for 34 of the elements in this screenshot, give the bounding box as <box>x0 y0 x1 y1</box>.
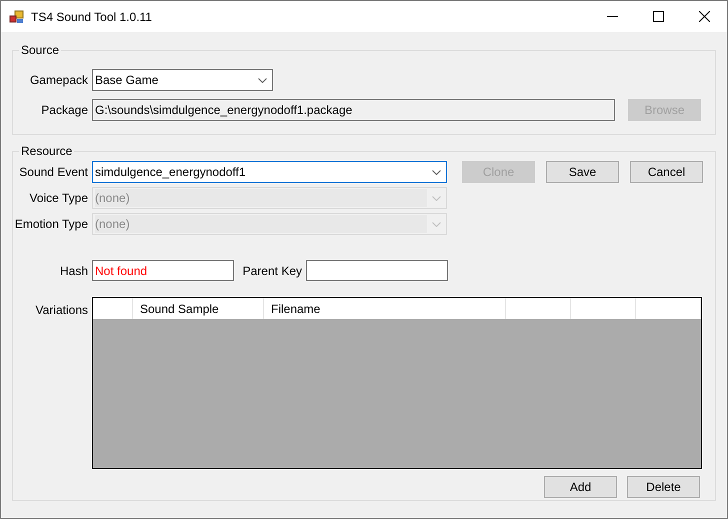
field-label: Gamepack <box>28 72 89 89</box>
dropdown-value: (none) <box>95 215 427 233</box>
dropdown-value: (none) <box>95 189 427 207</box>
dropdown[interactable]: simdulgence_energynodoff1 <box>92 161 447 183</box>
field-label: Parent Key <box>242 262 303 280</box>
chevron-down-icon <box>432 222 441 226</box>
button[interactable]: Delete <box>627 476 700 498</box>
field-label: Variations <box>36 302 89 319</box>
chevron-down-icon <box>258 78 267 82</box>
minimize-icon <box>606 16 618 17</box>
button[interactable]: Save <box>546 161 619 183</box>
dropdown-value: simdulgence_energynodoff1 <box>95 164 247 181</box>
chevron-down-icon <box>432 196 441 200</box>
window-title: TS4 Sound Tool 1.0.11 <box>31 8 153 26</box>
parent-key-field[interactable] <box>306 260 448 281</box>
close-icon <box>698 11 710 22</box>
field-label: Sound Event <box>18 164 89 181</box>
field-label: Emotion Type <box>14 216 89 233</box>
dropdown-value: Base Game <box>95 72 160 89</box>
app-icon <box>9 10 25 24</box>
hash-field[interactable]: Not found <box>92 260 234 281</box>
chevron-down-icon <box>432 170 441 174</box>
field-label: Package <box>40 102 89 119</box>
column-header[interactable]: Filename <box>264 298 506 319</box>
dropdown[interactable]: Base Game <box>92 69 273 91</box>
button[interactable]: Add <box>544 476 617 498</box>
package-field[interactable]: G:\sounds\simdulgence_energynodoff1.package <box>92 99 615 121</box>
button[interactable]: Cancel <box>630 161 703 183</box>
group-title: Source <box>20 42 60 59</box>
field-label: Voice Type <box>28 190 89 207</box>
field-label: Hash <box>58 262 89 280</box>
column-header[interactable]: Sound Sample <box>133 298 264 319</box>
group-title: Resource <box>20 143 74 160</box>
maximize-icon <box>652 11 664 22</box>
